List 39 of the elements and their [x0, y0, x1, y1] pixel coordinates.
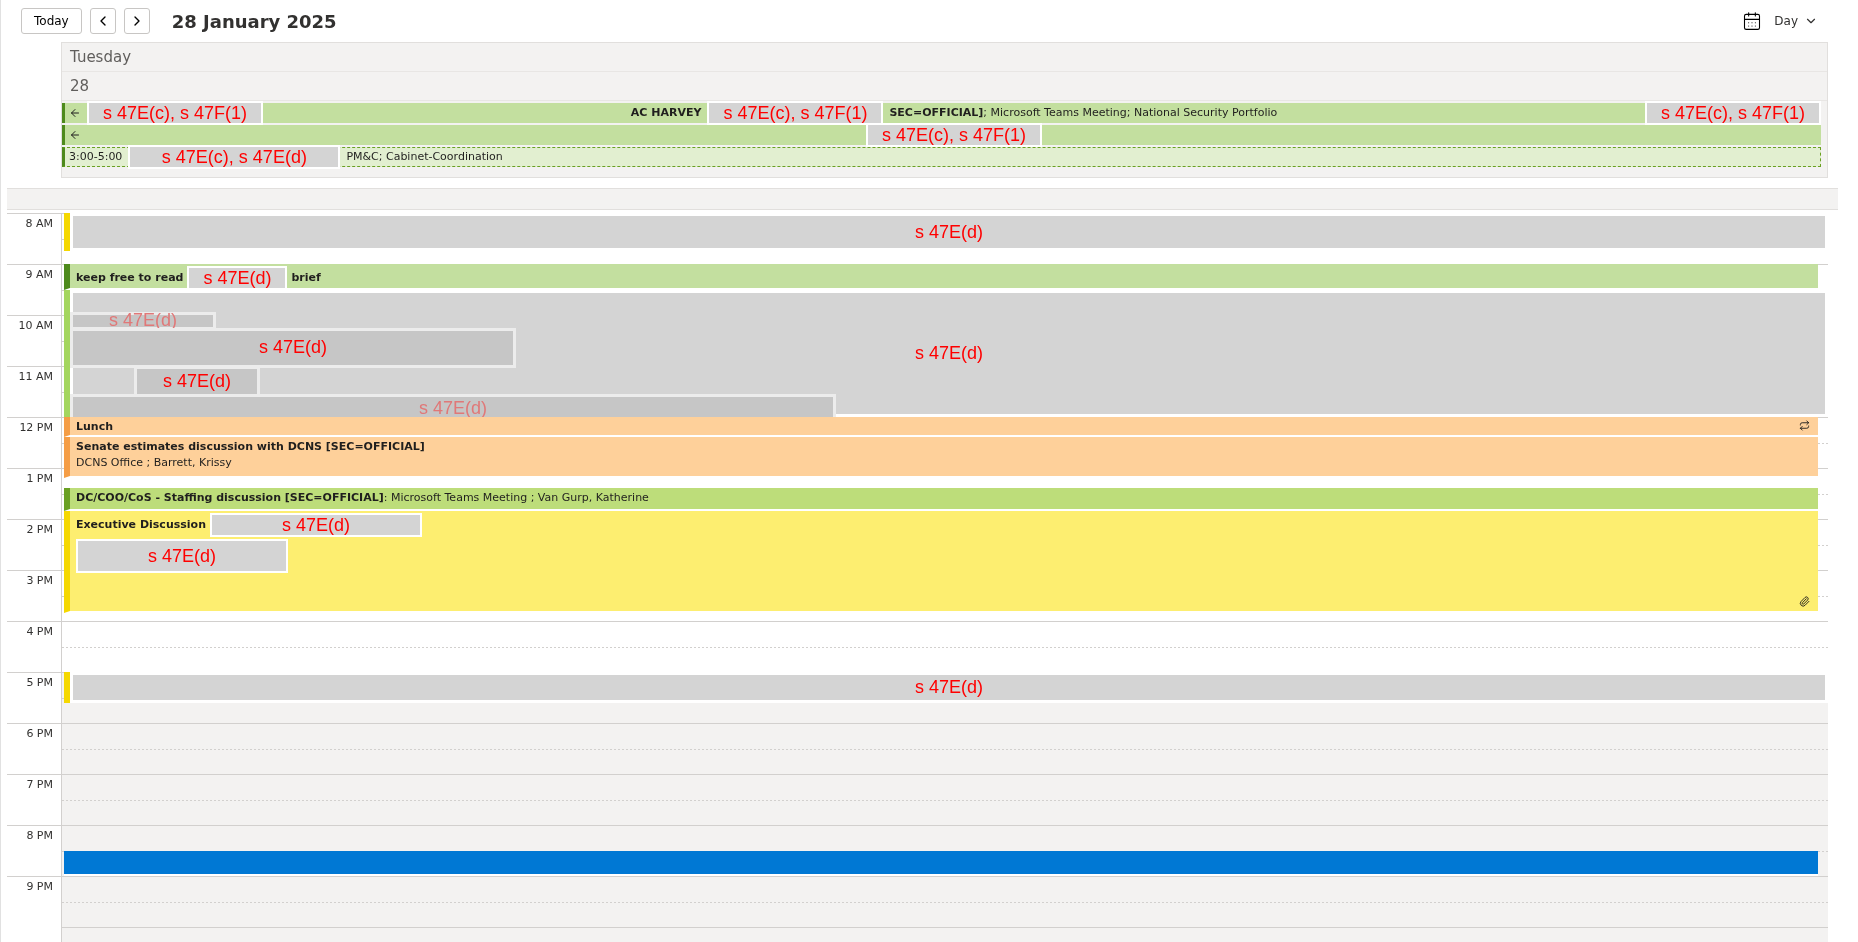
- paperclip-icon: [1799, 596, 1810, 608]
- left-arrow-icon: [69, 129, 81, 141]
- calendar-event[interactable]: Senate estimates discussion with DCNS [SEC=OFFICIAL] DCNS Office ; Barrett, Krissy: [64, 437, 1818, 479]
- calendar-event[interactable]: DC/COO/CoS - Staffing discussion [SEC=OFFICIAL]: Microsoft Teams Meeting ; Van Gurp, Katherine: [64, 488, 1818, 512]
- recurrence-exception-icon: [1799, 420, 1810, 431]
- calendar-event[interactable]: Executive Discussion s 47E(d) s 47E(d): [64, 511, 1818, 614]
- redaction-label: s 47E(c), s 47F(1): [707, 101, 884, 125]
- calendar-icon: [1742, 11, 1763, 31]
- event-text: DC/COO/CoS - Staffing discussion [SEC=OFFICIAL]: Microsoft Teams Meeting ; Van Gurp, Katherine: [76, 490, 649, 507]
- previous-button[interactable]: [89, 8, 116, 34]
- all-day-event[interactable]: 3:00-5:00 s 47E(c), s 47E(d) PM&C; Cabinet-Coordination: [62, 147, 1821, 167]
- redaction-label: s 47E(d): [187, 266, 288, 290]
- today-button[interactable]: Today: [21, 8, 82, 34]
- event-text: SEC=OFFICIAL]; Microsoft Teams Meeting; National Security Portfolio: [889, 105, 1278, 121]
- view-dropdown[interactable]: Day: [1768, 13, 1824, 29]
- redaction-label: s 47E(c), s 47F(1): [1644, 101, 1821, 125]
- redaction-label: s 47E(c), s 47F(1): [87, 101, 264, 125]
- weekday-label: Tuesday: [62, 43, 1827, 72]
- event-text: PM&C; Cabinet-Coordination: [346, 149, 503, 165]
- redaction-label: s 47E(d): [70, 672, 1828, 703]
- redaction-label: s 47E(d): [70, 327, 516, 368]
- current-date: 28 January 2025: [171, 10, 337, 32]
- redaction-label: s 47E(c), s 47E(d): [128, 145, 341, 169]
- calendar-event[interactable]: [64, 850, 1818, 876]
- event-title: brief: [291, 270, 321, 286]
- next-button[interactable]: [123, 8, 150, 34]
- redaction-label: s 47E(d): [76, 539, 288, 574]
- calendar-event[interactable]: Lunch: [64, 417, 1818, 438]
- redaction-label: s 47E(d): [209, 513, 422, 538]
- event-title: Executive Discussion: [76, 517, 206, 534]
- all-day-event[interactable]: s 47E(c), s 47F(1) AC HARVEY s 47E(c), s 47F(1) SEC=OFFICIAL]; Microsoft Teams Meeting; National Security Portfolio s 47E(c), s 47F(1): [62, 103, 1821, 123]
- event-title: Senate estimates discussion with DCNS [SEC=OFFICIAL]: [76, 439, 425, 456]
- event-text: 3:00-5:00: [69, 149, 123, 165]
- event-title: AC HARVEY: [630, 105, 702, 121]
- event-text: DCNS Office ; Barrett, Krissy: [76, 455, 232, 472]
- event-title: keep free to read: [76, 270, 184, 286]
- calendar-event[interactable]: keep free to read s 47E(d) brief: [64, 264, 1818, 290]
- left-arrow-icon: [69, 107, 81, 119]
- redaction-label: s 47E(c), s 47F(1): [866, 123, 1043, 147]
